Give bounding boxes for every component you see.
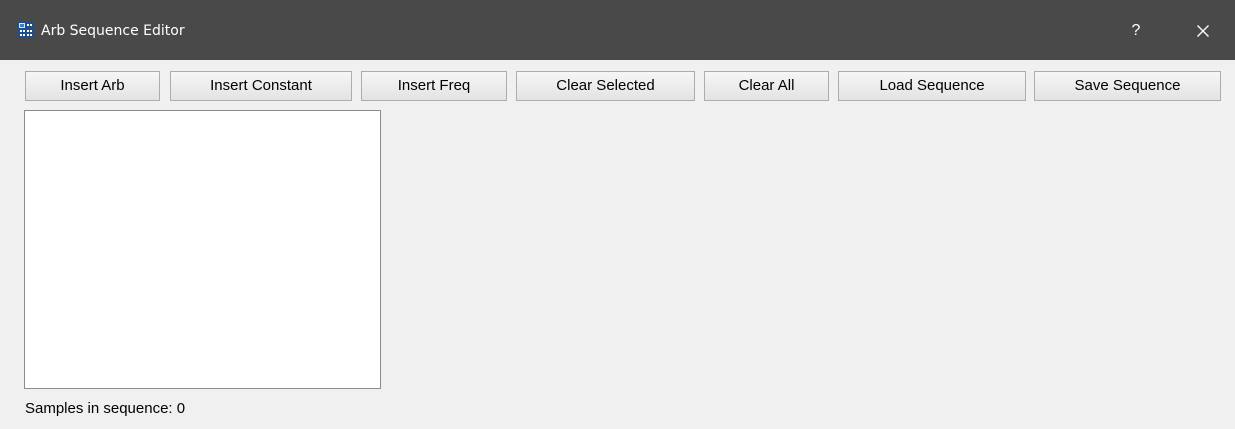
- title-bar[interactable]: Arb Sequence Editor ?: [0, 0, 1235, 60]
- window-title: Arb Sequence Editor: [41, 23, 185, 39]
- clear-all-button[interactable]: Clear All: [704, 71, 829, 101]
- clear-selected-button[interactable]: Clear Selected: [516, 71, 695, 101]
- insert-arb-button[interactable]: Insert Arb: [25, 71, 160, 101]
- help-button[interactable]: ?: [1120, 15, 1152, 47]
- save-sequence-button[interactable]: Save Sequence: [1034, 71, 1221, 101]
- close-button[interactable]: [1183, 14, 1223, 48]
- samples-count-label: Samples in sequence: 0: [25, 400, 186, 417]
- grid-app-icon: [18, 22, 34, 38]
- insert-constant-button[interactable]: Insert Constant: [170, 71, 352, 101]
- insert-freq-button[interactable]: Insert Freq: [361, 71, 507, 101]
- sequence-list[interactable]: [24, 110, 381, 389]
- load-sequence-button[interactable]: Load Sequence: [838, 71, 1026, 101]
- close-icon: [1197, 25, 1209, 37]
